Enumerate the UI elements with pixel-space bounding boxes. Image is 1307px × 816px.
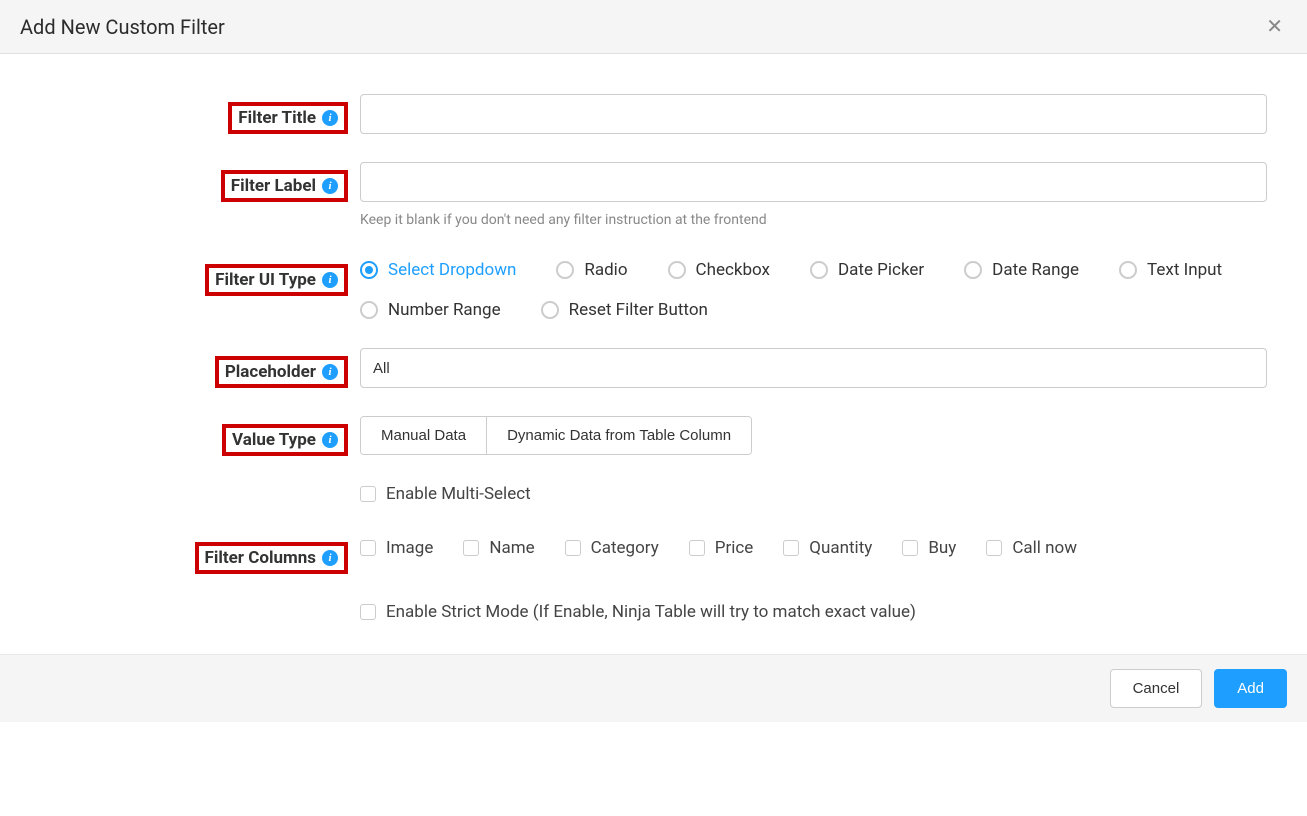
- radio-icon: [668, 261, 686, 279]
- ui-type-select-dropdown[interactable]: Select Dropdown: [360, 260, 516, 280]
- filter-column-call-now[interactable]: Call now: [986, 538, 1077, 558]
- filter-column-buy[interactable]: Buy: [902, 538, 956, 558]
- radio-icon: [1119, 261, 1137, 279]
- add-button[interactable]: Add: [1214, 669, 1287, 708]
- modal-body: Filter Title i Filter Label i Keep it bl…: [0, 54, 1307, 654]
- radio-icon: [556, 261, 574, 279]
- radio-icon: [360, 301, 378, 319]
- info-icon[interactable]: i: [322, 178, 338, 194]
- ui-type-checkbox[interactable]: Checkbox: [668, 260, 770, 280]
- info-icon[interactable]: i: [322, 272, 338, 288]
- value-type-button-group: Manual Data Dynamic Data from Table Colu…: [360, 416, 752, 455]
- ui-type-number-range[interactable]: Number Range: [360, 300, 501, 320]
- checkbox-icon: [565, 540, 581, 556]
- close-icon: ✕: [1266, 16, 1283, 38]
- info-icon[interactable]: i: [322, 432, 338, 448]
- ui-type-text-input[interactable]: Text Input: [1119, 260, 1222, 280]
- value-type-dynamic[interactable]: Dynamic Data from Table Column: [486, 417, 751, 454]
- filter-column-quantity[interactable]: Quantity: [783, 538, 872, 558]
- filter-columns-group: Image Name Category Price Quantity: [360, 534, 1267, 558]
- filter-label-input[interactable]: [360, 162, 1267, 202]
- radio-icon: [810, 261, 828, 279]
- value-type-manual[interactable]: Manual Data: [361, 417, 486, 454]
- filter-title-input[interactable]: [360, 94, 1267, 134]
- filter-ui-type-label: Filter UI Type i: [205, 264, 348, 296]
- filter-label-label: Filter Label i: [221, 170, 348, 202]
- checkbox-icon: [986, 540, 1002, 556]
- checkbox-icon: [360, 540, 376, 556]
- filter-column-image[interactable]: Image: [360, 538, 433, 558]
- value-type-label: Value Type i: [222, 424, 348, 456]
- checkbox-icon: [360, 486, 376, 502]
- modal-header: Add New Custom Filter ✕: [0, 0, 1307, 54]
- filter-column-category[interactable]: Category: [565, 538, 659, 558]
- radio-icon: [964, 261, 982, 279]
- ui-type-date-picker[interactable]: Date Picker: [810, 260, 924, 280]
- checkbox-icon: [902, 540, 918, 556]
- ui-type-date-range[interactable]: Date Range: [964, 260, 1079, 280]
- cancel-button[interactable]: Cancel: [1110, 669, 1203, 708]
- enable-strict-mode-checkbox[interactable]: Enable Strict Mode (If Enable, Ninja Tab…: [360, 602, 916, 622]
- info-icon[interactable]: i: [322, 550, 338, 566]
- placeholder-input[interactable]: [360, 348, 1267, 388]
- checkbox-icon: [463, 540, 479, 556]
- modal-title: Add New Custom Filter: [20, 15, 225, 39]
- ui-type-reset-filter[interactable]: Reset Filter Button: [541, 300, 708, 320]
- info-icon[interactable]: i: [322, 110, 338, 126]
- info-icon[interactable]: i: [322, 364, 338, 380]
- filter-label-help: Keep it blank if you don't need any filt…: [360, 212, 1267, 228]
- placeholder-label: Placeholder i: [215, 356, 348, 388]
- filter-columns-label: Filter Columns i: [195, 542, 348, 574]
- filter-column-name[interactable]: Name: [463, 538, 534, 558]
- enable-multi-select-checkbox[interactable]: Enable Multi-Select: [360, 484, 531, 504]
- radio-icon: [360, 261, 378, 279]
- checkbox-icon: [783, 540, 799, 556]
- ui-type-radio[interactable]: Radio: [556, 260, 627, 280]
- ui-type-radio-group: Select Dropdown Radio Checkbox Date Pick…: [360, 256, 1267, 320]
- filter-column-price[interactable]: Price: [689, 538, 754, 558]
- checkbox-icon: [360, 604, 376, 620]
- modal-footer: Cancel Add: [0, 654, 1307, 722]
- checkbox-icon: [689, 540, 705, 556]
- close-button[interactable]: ✕: [1262, 14, 1287, 39]
- radio-icon: [541, 301, 559, 319]
- filter-title-label: Filter Title i: [228, 102, 348, 134]
